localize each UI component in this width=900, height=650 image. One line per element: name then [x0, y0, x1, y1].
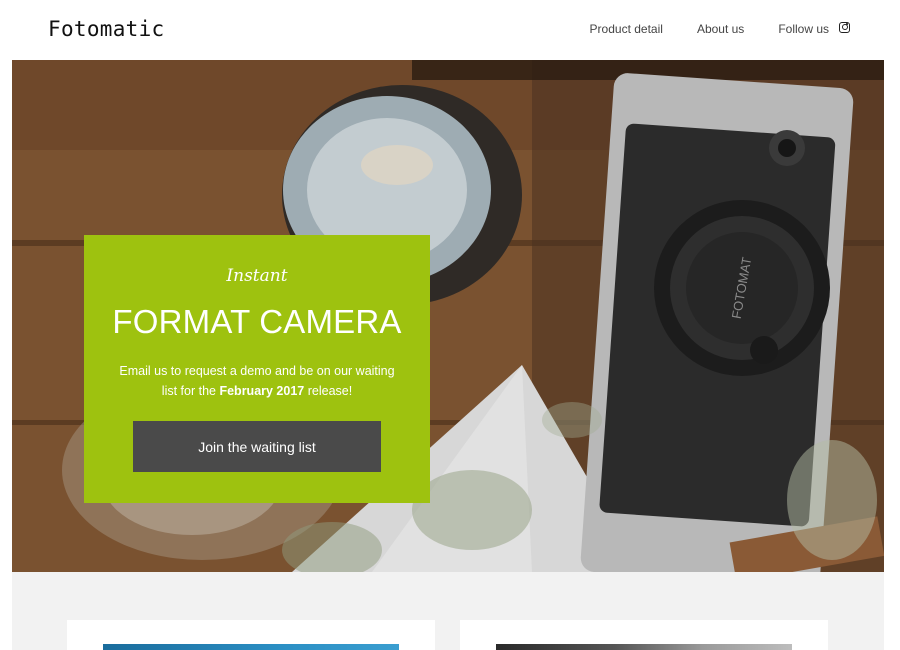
nav-link-product-detail[interactable]: Product detail [590, 22, 663, 36]
promo-text-bold: February 2017 [219, 384, 305, 398]
join-waiting-list-button[interactable]: Join the waiting list [133, 421, 381, 472]
feature-card-left-image [103, 644, 399, 650]
feature-card-right [460, 620, 828, 650]
promo-title: FORMAT CAMERA [112, 303, 402, 340]
feature-card-right-image [496, 644, 792, 650]
promo-box: Instant FORMAT CAMERA Email us to reques… [84, 235, 430, 503]
main-nav: Product detail About us Follow us [556, 21, 850, 36]
follow-us-label: Follow us [778, 22, 829, 36]
instagram-icon[interactable] [839, 21, 850, 33]
site-logo[interactable]: Fotomatic [48, 17, 165, 41]
feature-section [12, 572, 884, 650]
promo-description: Email us to request a demo and be on our… [114, 361, 400, 401]
site-header: Fotomatic Product detail About us Follow… [0, 0, 900, 60]
hero-banner: FOTOMAT Instant FORMAT CAMERA Email us t… [12, 60, 884, 572]
follow-us-link[interactable]: Follow us [778, 21, 850, 36]
promo-script-heading: Instant [226, 266, 288, 286]
feature-card-left [67, 620, 435, 650]
promo-text-part2: release! [304, 384, 353, 398]
nav-link-about-us[interactable]: About us [697, 22, 744, 36]
